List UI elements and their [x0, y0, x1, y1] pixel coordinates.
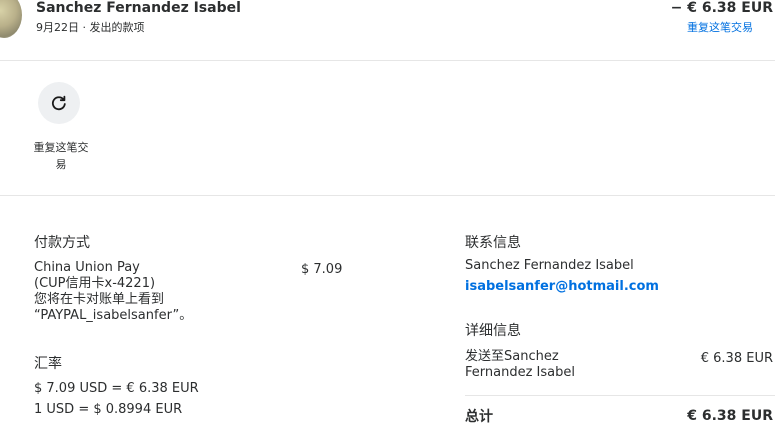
repeat-label-line: 重复这笔交 [33, 141, 89, 154]
repeat-label-line: 易 [55, 158, 67, 171]
payment-method-line: 您将在卡对账单上看到 [34, 292, 165, 307]
details-title: 详细信息 [465, 323, 521, 339]
exchange-rate-title: 汇率 [34, 356, 62, 372]
payment-method-title: 付款方式 [34, 235, 90, 251]
counterparty-name: Sanchez Fernandez Isabel [36, 0, 241, 16]
divider [0, 195, 775, 196]
contact-email-link[interactable]: isabelsanfer@hotmail.com [465, 279, 659, 294]
transaction-amount: − € 6.38 EUR [670, 0, 773, 16]
exchange-rate-line: $ 7.09 USD = € 6.38 EUR [34, 381, 199, 396]
repeat-transaction-link[interactable]: 重复这笔交易 [687, 19, 753, 35]
sent-to: 发送至Sanchez Fernandez Isabel [465, 349, 575, 381]
payment-amount: $ 7.09 [301, 262, 343, 277]
sent-to-line: Fernandez Isabel [465, 365, 575, 380]
repeat-transaction-label: 重复这笔交 易 [28, 139, 94, 173]
contact-name: Sanchez Fernandez Isabel [465, 258, 634, 273]
total-label: 总计 [465, 409, 493, 425]
payment-method-line: China Union Pay [34, 260, 140, 275]
contact-info-title: 联系信息 [465, 235, 521, 251]
divider [465, 395, 775, 396]
total-amount: € 6.38 EUR [687, 408, 773, 424]
transaction-date-type: 9月22日 · 发出的款项 [36, 21, 145, 34]
avatar [0, 0, 22, 38]
payment-method-details: China Union Pay (CUP信用卡x-4221) 您将在卡对账单上看… [34, 260, 192, 324]
payment-method-line: “PAYPAL_isabelsanfer”。 [34, 308, 193, 323]
repeat-transaction-button[interactable] [38, 82, 80, 124]
sent-to-line: 发送至Sanchez [465, 349, 559, 364]
refresh-icon [51, 95, 66, 111]
sent-amount: € 6.38 EUR [700, 351, 773, 366]
payment-method-line: (CUP信用卡x-4221) [34, 276, 156, 291]
divider [0, 60, 775, 61]
exchange-rate-line: 1 USD = $ 0.8994 EUR [34, 402, 183, 417]
